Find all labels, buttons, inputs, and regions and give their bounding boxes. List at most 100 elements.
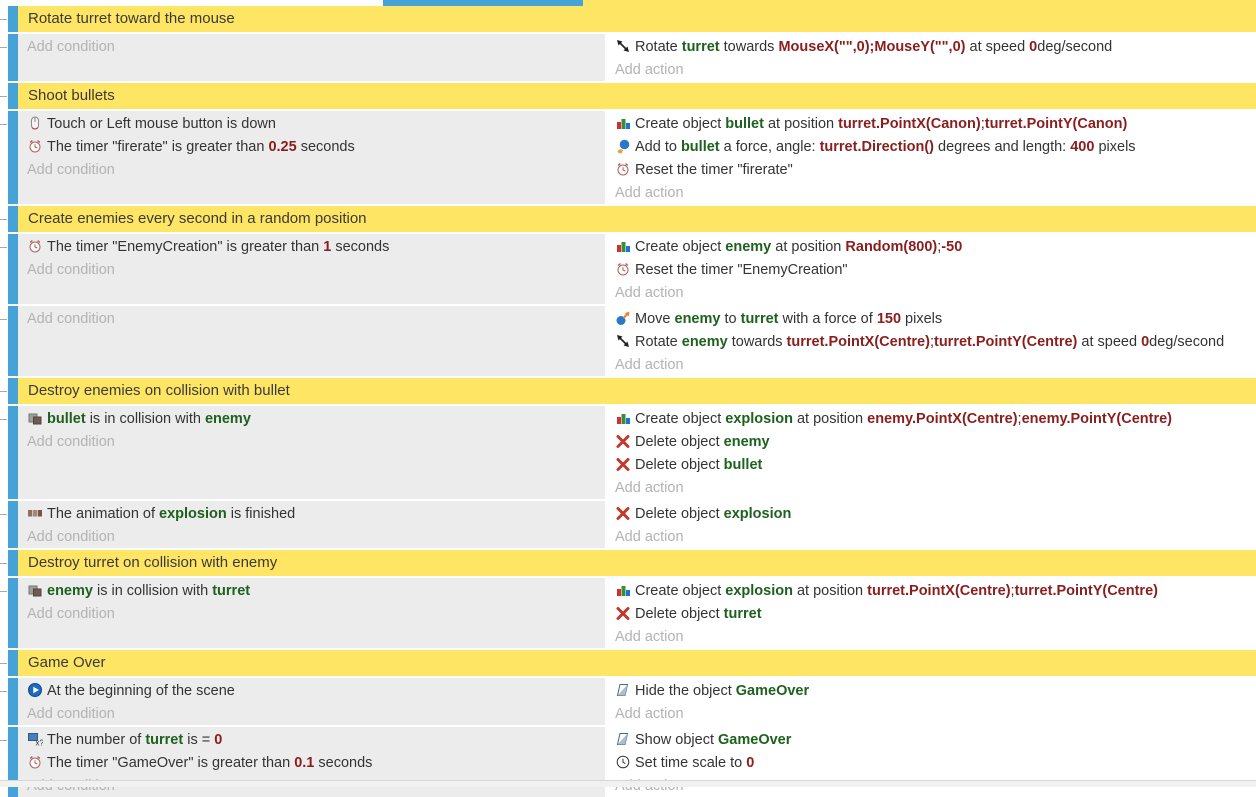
instruction-text: The number of [47, 732, 145, 748]
add-action-button[interactable]: Add action [608, 626, 1256, 648]
action-row[interactable]: Create object explosion at position enem… [608, 408, 1256, 431]
condition-row[interactable]: enemy is in collision with turret [18, 580, 605, 603]
event-drag-handle[interactable] [8, 306, 18, 376]
comment-row[interactable]: Destroy turret on collision with enemy [18, 550, 1256, 576]
action-row[interactable]: Rotate enemy towards turret.PointX(Centr… [608, 331, 1256, 354]
add-action-button[interactable]: Add action [608, 59, 1256, 81]
expression-value: 0.25 [268, 139, 296, 155]
timer-icon [615, 261, 631, 277]
instruction-text: at speed [1077, 334, 1141, 350]
comment-row[interactable]: Game Over [18, 650, 1256, 676]
action-row[interactable]: Create object enemy at position Random(8… [608, 236, 1256, 259]
instruction-text: pixels [1094, 139, 1135, 155]
actions-column: Move enemy to turret with a force of 150… [608, 306, 1256, 376]
object-name: turret [682, 39, 720, 55]
gutter-tick [0, 691, 7, 692]
event-drag-handle[interactable] [8, 501, 18, 548]
bottom-scrollbar[interactable] [0, 780, 1256, 787]
expression-value: 0 [746, 755, 754, 771]
add-action-button[interactable]: Add action [608, 526, 1256, 548]
add-condition-button[interactable]: Add condition [18, 308, 605, 330]
instruction-text: deg/second [1037, 39, 1112, 55]
condition-row[interactable]: bullet is in collision with enemy [18, 408, 605, 431]
add-condition-button[interactable]: Add condition [18, 526, 605, 548]
event-drag-handle[interactable] [8, 206, 18, 232]
expression-value: turret.PointX(Centre) [867, 583, 1010, 599]
add-condition-button[interactable]: Add condition [18, 703, 605, 725]
action-row[interactable]: Delete object enemy [608, 431, 1256, 454]
action-row[interactable]: Hide the object GameOver [608, 680, 1256, 703]
add-action-button[interactable]: Add action [608, 182, 1256, 204]
event-drag-handle[interactable] [8, 234, 18, 304]
gutter-tick [0, 740, 7, 741]
expression-value: turret.Direction() [820, 139, 934, 155]
action-row[interactable]: Rotate turret towards MouseX("",0);Mouse… [608, 36, 1256, 59]
delete-icon [615, 433, 631, 449]
instruction-text: pixels [901, 311, 942, 327]
condition-row[interactable]: Touch or Left mouse button is down [18, 113, 605, 136]
gutter-tick [0, 319, 7, 320]
condition-row[interactable]: The timer "GameOver" is greater than 0.1… [18, 752, 605, 775]
event-drag-handle[interactable] [8, 406, 18, 499]
instruction-text: Create object [635, 411, 725, 427]
action-row[interactable]: Show object GameOver [608, 729, 1256, 752]
event-drag-handle[interactable] [8, 111, 18, 204]
create-icon [615, 115, 631, 131]
event-drag-handle[interactable] [8, 6, 18, 32]
comment-block: Create enemies every second in a random … [0, 206, 1256, 232]
comment-row[interactable]: Shoot bullets [18, 83, 1256, 109]
action-row[interactable]: Reset the timer "EnemyCreation" [608, 259, 1256, 282]
action-row[interactable]: Move enemy to turret with a force of 150… [608, 308, 1256, 331]
gutter-tick [0, 219, 7, 220]
instruction-text: at position [764, 116, 838, 132]
condition-row[interactable]: The timer "firerate" is greater than 0.2… [18, 136, 605, 159]
add-action-button[interactable]: Add action [608, 282, 1256, 304]
object-name: turret [212, 583, 250, 599]
add-condition-button[interactable]: Add condition [18, 159, 605, 181]
event-drag-handle[interactable] [8, 83, 18, 109]
condition-row[interactable]: At the beginning of the scene [18, 680, 605, 703]
add-action-button[interactable]: Add action [608, 703, 1256, 725]
comment-row[interactable]: Destroy enemies on collision with bullet [18, 378, 1256, 404]
instruction-text: Rotate [635, 334, 682, 350]
comment-row[interactable]: Rotate turret toward the mouse [18, 6, 1256, 32]
action-row[interactable]: Delete object bullet [608, 454, 1256, 477]
event-block: bullet is in collision with enemyAdd con… [0, 406, 1256, 499]
event-gutter [0, 378, 8, 404]
animation-icon [27, 505, 43, 521]
event-drag-handle[interactable] [8, 578, 18, 648]
gutter-tick [0, 514, 7, 515]
comment-row[interactable]: Create enemies every second in a random … [18, 206, 1256, 232]
expression-value: MouseX("",0);MouseY("",0) [778, 39, 965, 55]
event-drag-handle[interactable] [8, 678, 18, 725]
event-drag-handle[interactable] [8, 550, 18, 576]
actions-column: Create object bullet at position turret.… [608, 111, 1256, 204]
event-drag-handle[interactable] [8, 34, 18, 81]
action-row[interactable]: Reset the timer "firerate" [608, 159, 1256, 182]
condition-row[interactable]: x?The number of turret is = 0 [18, 729, 605, 752]
event-drag-handle[interactable] [8, 378, 18, 404]
add-condition-button[interactable]: Add condition [18, 259, 605, 281]
action-row[interactable]: Delete object turret [608, 603, 1256, 626]
conditions-column: Touch or Left mouse button is downThe ti… [18, 111, 605, 204]
horizontal-scrollbar-thumb[interactable] [383, 0, 583, 6]
action-row[interactable]: Set time scale to 0 [608, 752, 1256, 775]
action-row[interactable]: Delete object explosion [608, 503, 1256, 526]
instruction-text: Add to [635, 139, 681, 155]
add-action-button[interactable]: Add action [608, 477, 1256, 499]
action-row[interactable]: Add to bullet a force, angle: turret.Dir… [608, 136, 1256, 159]
event-block: Add conditionMove enemy to turret with a… [0, 306, 1256, 376]
add-action-button[interactable]: Add action [608, 354, 1256, 376]
event-block: The animation of explosion is finishedAd… [0, 501, 1256, 548]
instruction-text: The animation of [47, 506, 159, 522]
add-condition-button[interactable]: Add condition [18, 431, 605, 453]
condition-row[interactable]: The timer "EnemyCreation" is greater tha… [18, 236, 605, 259]
condition-row[interactable]: The animation of explosion is finished [18, 503, 605, 526]
object-name: bullet [724, 457, 763, 473]
timer-icon [27, 238, 43, 254]
add-condition-button[interactable]: Add condition [18, 603, 605, 625]
action-row[interactable]: Create object bullet at position turret.… [608, 113, 1256, 136]
action-row[interactable]: Create object explosion at position turr… [608, 580, 1256, 603]
add-condition-button[interactable]: Add condition [18, 36, 605, 58]
event-drag-handle[interactable] [8, 650, 18, 676]
